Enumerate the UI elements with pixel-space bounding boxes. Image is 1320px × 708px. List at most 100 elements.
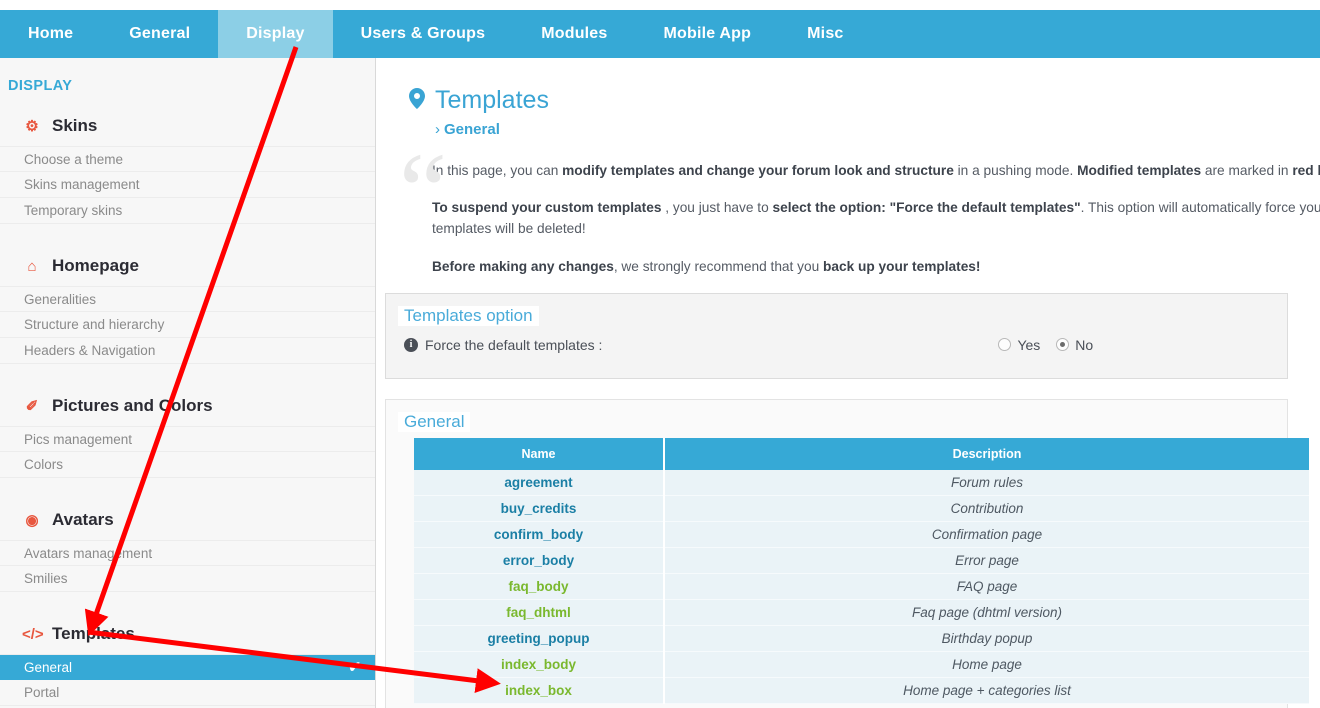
intro-p3-a: , we strongly recommend that you xyxy=(613,258,824,274)
table-row[interactable]: buy_credits Contribution xyxy=(414,495,1309,522)
template-name-cell[interactable]: buy_credits xyxy=(414,495,665,522)
general-templates-legend: General xyxy=(398,411,471,432)
template-name-cell[interactable]: error_body xyxy=(414,547,665,574)
template-description-cell: Forum rules xyxy=(664,469,1309,496)
table-row[interactable]: confirm_body Confirmation page xyxy=(414,521,1309,548)
template-description-cell: Error page xyxy=(664,547,1309,574)
sidebar-item-generalities[interactable]: Generalities xyxy=(0,286,375,312)
template-description-cell: Contribution xyxy=(664,495,1309,522)
template-name-cell[interactable]: confirm_body xyxy=(414,521,665,548)
breadcrumb[interactable]: › General xyxy=(435,121,1320,138)
table-row[interactable]: faq_dhtml Faq page (dhtml version) xyxy=(414,599,1309,626)
template-description-cell: Home page + categories list xyxy=(664,677,1309,704)
sidebar-item-label: General xyxy=(24,659,73,675)
sidebar-item-label: Choose a theme xyxy=(24,151,124,167)
nav-tab-users-groups[interactable]: Users & Groups xyxy=(333,10,514,58)
template-name-cell[interactable]: faq_dhtml xyxy=(414,599,665,626)
sidebar-group-avatars: ◉ Avatars xyxy=(0,496,375,540)
sidebar-group-label: Skins xyxy=(52,116,98,135)
sidebar-item-pics-management[interactable]: Pics management xyxy=(0,426,375,452)
sidebar-group-templates: </> Templates xyxy=(0,610,375,654)
table-row[interactable]: index_body Home page xyxy=(414,651,1309,678)
force-default-templates-radio-group: Yes No xyxy=(998,337,1093,353)
page-title: Templates xyxy=(409,86,1320,115)
main-content: Templates › General “ In this page, you c… xyxy=(377,58,1320,708)
sidebar-item-label: Temporary skins xyxy=(24,203,123,218)
sidebar-item-avatars-management[interactable]: Avatars management xyxy=(0,540,375,566)
breadcrumb-label: General xyxy=(444,121,500,138)
table-row[interactable]: faq_body FAQ page xyxy=(414,573,1309,600)
table-header-row: Name Description xyxy=(414,437,1309,470)
templates-table: Name Description agreement Forum rules buy… xyxy=(414,437,1309,704)
intro-p1-b1: modify templates and change your forum l… xyxy=(562,163,954,178)
template-description-cell: Confirmation page xyxy=(664,521,1309,548)
column-header-name[interactable]: Name xyxy=(414,437,665,470)
page-header: Templates › General xyxy=(377,58,1320,138)
intro-text-block: “ In this page, you can modify templates… xyxy=(377,138,1320,277)
sidebar-item-general[interactable]: General ✔ xyxy=(0,654,375,680)
template-name-cell[interactable]: index_body xyxy=(414,651,665,678)
sidebar-item-label: Structure and hierarchy xyxy=(24,317,165,332)
sidebar-item-choose-a-theme[interactable]: Choose a theme xyxy=(0,146,375,172)
nav-tab-misc[interactable]: Misc xyxy=(779,10,871,58)
sidebar-group-homepage: ⌂ Homepage xyxy=(0,242,375,286)
table-row[interactable]: index_box Home page + categories list xyxy=(414,677,1309,704)
intro-p1-d: are marked in xyxy=(1201,163,1293,178)
radio-no[interactable]: No xyxy=(1056,337,1093,353)
intro-p2-b1: To suspend your custom templates xyxy=(432,200,662,216)
intro-p1-b3: red before pu xyxy=(1292,163,1320,178)
sidebar-item-temporary-skins[interactable]: Temporary skins xyxy=(0,198,375,224)
sidebar-item-label: Smilies xyxy=(24,571,68,586)
general-templates-fieldset: General Name Description agreement Forum … xyxy=(385,398,1309,708)
table-row[interactable]: agreement Forum rules xyxy=(414,469,1309,496)
sidebar-item-skins-management[interactable]: Skins management xyxy=(0,172,375,198)
template-description-cell: Home page xyxy=(664,651,1309,678)
nav-tab-modules[interactable]: Modules xyxy=(513,10,635,58)
column-header-description[interactable]: Description xyxy=(664,437,1309,470)
main-navigation-bar: Home General Display Users & Groups Modules M… xyxy=(0,10,1320,58)
template-description-cell: Faq page (dhtml version) xyxy=(664,599,1309,626)
table-row[interactable]: error_body Error page xyxy=(414,547,1309,574)
nav-tab-mobile-app[interactable]: Mobile App xyxy=(636,10,780,58)
intro-p3-b1: Before making any changes xyxy=(432,258,614,274)
nav-tab-home[interactable]: Home xyxy=(0,10,101,58)
sidebar-item-headers-navigation[interactable]: Headers & Navigation xyxy=(0,338,375,364)
radio-yes[interactable]: Yes xyxy=(998,337,1040,353)
template-name-cell[interactable]: index_box xyxy=(414,677,665,704)
sidebar-item-label: Headers & Navigation xyxy=(24,343,156,358)
radio-yes-dot[interactable] xyxy=(998,338,1012,352)
intro-p2-b2: select the option: "Force the default te… xyxy=(772,200,1081,216)
intro-paragraph-1: In this page, you can modify templates a… xyxy=(432,160,1320,181)
template-name-cell[interactable]: faq_body xyxy=(414,573,665,600)
template-description-cell: FAQ page xyxy=(664,573,1309,600)
sidebar-item-label: Pics management xyxy=(24,431,133,447)
quote-mark-icon: “ xyxy=(399,132,447,251)
sidebar-group-label: Avatars xyxy=(52,510,114,529)
sidebar-item-portal[interactable]: Portal xyxy=(0,680,375,706)
sidebar-item-colors[interactable]: Colors xyxy=(0,452,375,478)
radio-no-dot[interactable] xyxy=(1056,338,1070,352)
paintbrush-icon: ✐ xyxy=(25,398,39,415)
sidebar-section-title: DISPLAY xyxy=(8,78,73,94)
nav-tab-display[interactable]: Display xyxy=(218,10,333,58)
template-name-cell[interactable]: greeting_popup xyxy=(414,625,665,652)
sidebar-item-label: Generalities xyxy=(24,291,97,307)
nav-tab-general[interactable]: General xyxy=(101,10,218,58)
sidebar-item-smilies[interactable]: Smilies xyxy=(0,566,375,592)
check-icon: ✔ xyxy=(348,659,361,676)
sidebar-group-pictures-and-colors: ✐ Pictures and Colors xyxy=(0,382,375,426)
sidebar-group-label: Templates xyxy=(52,624,135,643)
sidebar-group-skins: ⚙ Skins xyxy=(0,102,375,146)
page-title-text: Templates xyxy=(435,86,549,114)
sidebar-item-label: Portal xyxy=(24,685,60,700)
table-row[interactable]: greeting_popup Birthday popup xyxy=(414,625,1309,652)
template-description-cell: Birthday popup xyxy=(664,625,1309,652)
template-name-cell[interactable]: agreement xyxy=(414,469,665,496)
force-default-templates-label: Force the default templates : xyxy=(425,336,603,353)
sidebar-item-structure-and-hierarchy[interactable]: Structure and hierarchy xyxy=(0,312,375,338)
intro-p1-c: in a pushing mode. xyxy=(953,163,1078,178)
sidebar-item-label: Avatars management xyxy=(24,545,153,561)
